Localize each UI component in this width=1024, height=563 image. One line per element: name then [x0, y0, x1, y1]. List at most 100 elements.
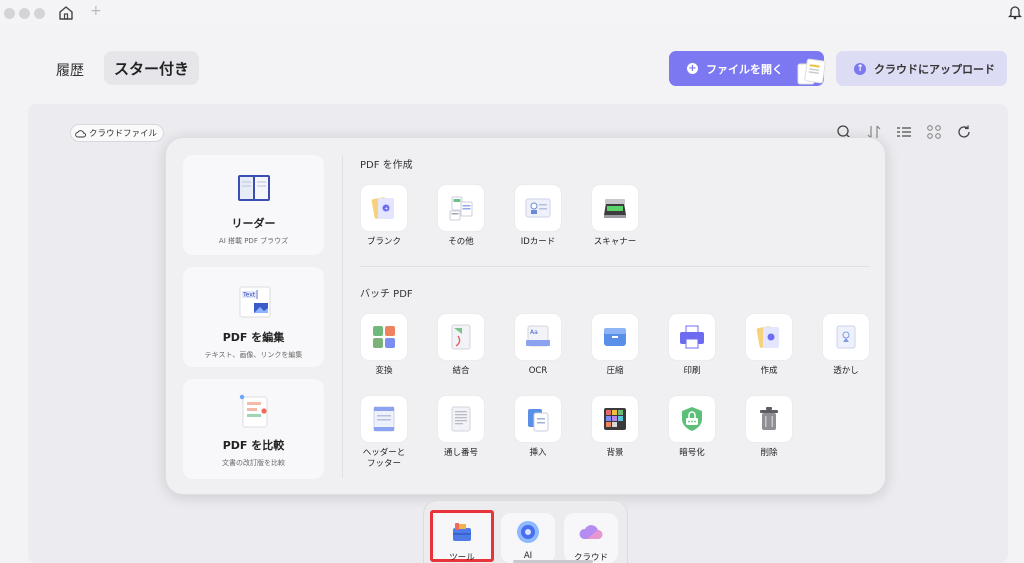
tool-label: OCR	[528, 366, 548, 376]
cloud-files-filter[interactable]: クラウドファイル	[70, 124, 165, 142]
new-tab-icon[interactable]: +	[90, 3, 102, 19]
upload-icon: ↑	[854, 62, 866, 75]
tools-panel: リーダー AI 搭載 PDF ブラウズ Text PDF を編集 テキスト、画像…	[165, 137, 886, 495]
tool-delete[interactable]: 削除	[739, 396, 799, 459]
tool-label: 圧縮	[606, 366, 624, 376]
tool-encrypt[interactable]: 暗号化	[662, 396, 722, 459]
tool-other[interactable]: その他	[431, 185, 491, 248]
svg-text:Aa: Aa	[530, 329, 538, 336]
other-files-icon	[449, 196, 473, 221]
tool-label: 結合	[452, 366, 470, 376]
title-bar: +	[0, 0, 1024, 26]
tool-header-footer[interactable]: ヘッダーと フッター	[354, 396, 414, 470]
tool-label: ブランク	[366, 237, 401, 247]
compress-icon	[604, 328, 626, 346]
tool-insert[interactable]: 挿入	[508, 396, 568, 459]
cloud-icon	[75, 129, 86, 137]
merge-icon	[451, 324, 471, 350]
tab-history[interactable]: 履歴	[56, 60, 84, 80]
tool-label: 挿入	[529, 448, 547, 458]
tool-label: ヘッダーと フッター	[362, 448, 406, 469]
background-icon	[604, 408, 626, 430]
tool-label: 通し番号	[443, 448, 478, 458]
card-title: リーダー	[231, 217, 276, 230]
dock-tools-button[interactable]: ツール	[430, 510, 494, 563]
tool-compress[interactable]: 圧縮	[585, 314, 645, 377]
svg-text:Text: Text	[242, 292, 256, 299]
tool-label: 作成	[760, 366, 778, 376]
edit-pdf-card[interactable]: Text PDF を編集 テキスト、画像、リンクを編集	[183, 267, 324, 367]
tool-label: 印刷	[683, 366, 701, 376]
numbering-icon	[451, 406, 471, 432]
card-subtitle: AI 搭載 PDF ブラウズ	[218, 237, 289, 245]
window-close-button[interactable]	[4, 8, 15, 19]
refresh-icon[interactable]	[956, 124, 972, 140]
lock-shield-icon	[682, 407, 702, 431]
tab-starred[interactable]: スター付き	[104, 51, 199, 85]
book-icon	[237, 175, 270, 201]
list-view-icon[interactable]	[896, 124, 912, 140]
compare-pdf-card[interactable]: PDF を比較 文書の改訂版を比較	[183, 379, 324, 479]
tool-id-card[interactable]: IDカード	[508, 185, 568, 248]
dock-label: ツール	[449, 553, 475, 563]
tool-label: IDカード	[520, 237, 556, 247]
card-title: PDF を編集	[222, 331, 285, 344]
id-card-icon	[525, 198, 551, 218]
ai-orb-icon	[517, 521, 539, 543]
card-subtitle: テキスト、画像、リンクを編集	[204, 351, 303, 359]
blank-pdf-icon: +	[371, 197, 394, 219]
divider	[342, 156, 343, 478]
header-footer-icon	[373, 406, 395, 432]
create-pdf-icon	[756, 326, 779, 348]
tool-label: スキャナー	[593, 237, 637, 247]
reader-card[interactable]: リーダー AI 搭載 PDF ブラウズ	[183, 155, 324, 255]
plus-circle-icon: +	[687, 63, 698, 74]
printer-icon	[680, 325, 704, 349]
cloud-icon	[579, 525, 603, 539]
tool-label: その他	[448, 237, 474, 247]
documents-icon	[797, 58, 826, 85]
bottom-dock: ツール AI クラウド	[423, 500, 628, 563]
compare-icon	[239, 394, 267, 428]
card-title: PDF を比較	[222, 439, 285, 452]
insert-icon	[528, 409, 549, 432]
tool-watermark[interactable]: 透かし	[816, 314, 876, 377]
tool-merge[interactable]: 結合	[431, 314, 491, 377]
upload-label: クラウドにアップロード	[874, 62, 995, 76]
tool-create[interactable]: 作成	[739, 314, 799, 377]
batch-pdf-section-title: バッチ PDF	[360, 289, 413, 300]
grid-view-icon[interactable]	[926, 124, 942, 140]
dock-ai-button[interactable]: AI	[501, 513, 555, 563]
create-pdf-section-title: PDF を作成	[360, 160, 413, 171]
cloud-chip-label: クラウドファイル	[89, 129, 158, 139]
trash-icon	[760, 407, 778, 430]
svg-text:+: +	[384, 206, 388, 212]
tool-blank[interactable]: + ブランク	[354, 185, 414, 248]
tool-label: 透かし	[833, 366, 859, 376]
dock-cloud-button[interactable]: クラウド	[564, 513, 618, 563]
tool-label: 背景	[606, 448, 624, 458]
tool-label: 変換	[375, 366, 393, 376]
scanner-icon	[604, 199, 626, 218]
tool-print[interactable]: 印刷	[662, 314, 722, 377]
divider	[360, 266, 870, 267]
toolbox-icon	[453, 523, 471, 541]
tool-scanner[interactable]: スキャナー	[585, 185, 645, 248]
bell-icon[interactable]	[1008, 4, 1022, 20]
tool-background[interactable]: 背景	[585, 396, 645, 459]
upload-to-cloud-button[interactable]: ↑ クラウドにアップロード	[836, 51, 1007, 86]
watermark-icon	[836, 325, 856, 349]
window-zoom-button[interactable]	[34, 8, 45, 19]
tool-label: 削除	[760, 448, 778, 458]
convert-icon	[373, 326, 395, 348]
card-subtitle: 文書の改訂版を比較	[222, 459, 285, 467]
window-minimize-button[interactable]	[19, 8, 30, 19]
home-icon[interactable]	[57, 4, 75, 22]
ocr-icon: Aa	[526, 325, 550, 347]
tool-bates-numbering[interactable]: 通し番号	[431, 396, 491, 459]
tool-ocr[interactable]: Aa OCR	[508, 314, 568, 377]
tool-label: 暗号化	[679, 448, 705, 458]
edit-text-icon: Text	[239, 286, 270, 318]
tool-convert[interactable]: 変換	[354, 314, 414, 377]
open-file-label: ファイルを開く	[706, 62, 783, 76]
